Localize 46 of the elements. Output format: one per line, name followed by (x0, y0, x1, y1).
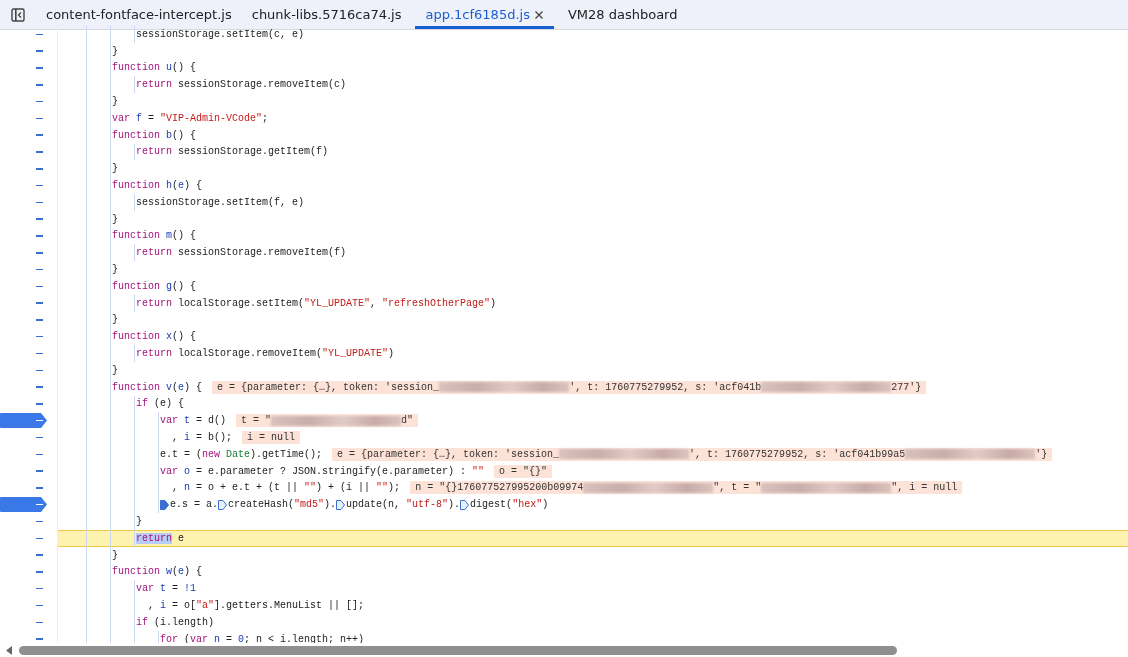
code-line: } (58, 311, 1128, 329)
code-line: var f = "VIP-Admin-VCode"; (58, 110, 1128, 127)
code-line: return sessionStorage.removeItem(f) (58, 244, 1128, 262)
code-line: , i = b(); i = null (58, 429, 1128, 446)
file-tab[interactable]: app.1cf6185d.js (415, 0, 554, 29)
code-line: , i = o["a"].getters.MenuList || []; (58, 597, 1128, 614)
code-line: var t = !1 (58, 580, 1128, 598)
code-line: if (e) { (58, 395, 1128, 413)
code-line: function u() { (58, 59, 1128, 77)
file-tab[interactable]: VM28 dashboard (557, 0, 688, 29)
code-line: function b() { (58, 126, 1128, 144)
code-line: function v(e) { e = {parameter: {…}, token: 'session_ ', t: 1760775279952, s: 'acf041b 277'} (58, 378, 1128, 396)
code-line: } (58, 93, 1128, 110)
file-tab[interactable]: chunk-libs.5716ca74.js (241, 0, 412, 29)
code-line: , n = o + e.t + (t || "") + (i || ""); n = "{}176077527995200b09974 ", t = " ", i = null (58, 479, 1128, 497)
code-line: var t = d() t = " d" (58, 412, 1128, 430)
code-line: return sessionStorage.removeItem(c) (58, 76, 1128, 94)
code-line: var o = e.parameter ? JSON.stringify(e.parameter) : "" o = "{}" (58, 462, 1128, 480)
code-line: function x() { (58, 328, 1128, 346)
code-line: function m() { (58, 227, 1128, 245)
code-line: e.s = a. createHash("md5"). update(n, "utf-8"). digest("hex") (58, 496, 1128, 514)
code-line: return localStorage.removeItem("YL_UPDATE") (58, 345, 1128, 362)
code-line: } (58, 160, 1128, 178)
inline-value-hint: o = "{}" (494, 464, 553, 478)
file-tab[interactable]: content-fontface-intercept.js (36, 0, 242, 29)
inline-value-hint: i = null (242, 431, 301, 444)
code-line: } (58, 513, 1128, 530)
code-line: sessionStorage.setItem(c, e) (58, 26, 1128, 43)
code-line: } (58, 361, 1128, 379)
code-line: function w(e) { (58, 563, 1128, 581)
code-line: } (58, 546, 1128, 564)
code-line: } (58, 210, 1128, 228)
code-line: return sessionStorage.getItem(f) (58, 143, 1128, 161)
inline-value-hint: n = "{}176077527995200b09974 ", t = " ", i = null (410, 481, 963, 495)
code-line: for (var n = 0; n < i.length; n++) (58, 630, 1128, 643)
code-line: function g() { (58, 277, 1128, 295)
code-line: if (i.length) (58, 613, 1128, 631)
inline-value-hint: e = {parameter: {…}, token: 'session_ ', t: 1760775279952, s: 'acf041b 277'} (212, 380, 927, 394)
code-line: sessionStorage.setItem(f, e) (58, 193, 1128, 211)
inline-value-hint: e = {parameter: {…}, token: 'session_ ', t: 1760775279952, s: 'acf041b99a5 '} (332, 447, 1053, 461)
code-line: return localStorage.setItem("YL_UPDATE", "refreshOtherPage") (58, 294, 1128, 312)
code-line: function h(e) { (58, 177, 1128, 194)
code-line: } (58, 261, 1128, 278)
code-line: e.t = (new Date).getTime(); e = {parameter: {…}, token: 'session_ ', t: 1760775279952, s: 'acf041b99a5 '} (58, 445, 1128, 463)
inline-value-hint: t = " d" (236, 414, 419, 428)
code-line: } (58, 42, 1128, 60)
